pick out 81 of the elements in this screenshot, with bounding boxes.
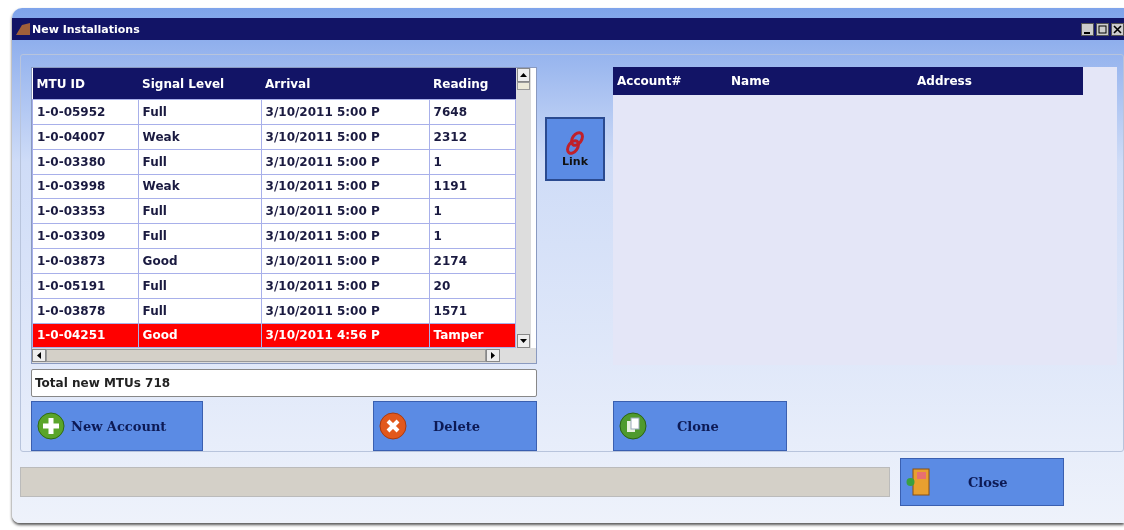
table-row[interactable]: 1-0-03878 Full 3/10/2011 5:00 P 1571: [32, 298, 516, 323]
column-header[interactable]: Signal Level: [138, 68, 262, 100]
table-cell: Tamper: [433, 328, 484, 343]
table-cell: Weak: [142, 179, 180, 194]
table-cell: 1-0-05952: [37, 104, 106, 119]
scroll-up-icon[interactable]: [517, 68, 530, 82]
table-row[interactable]: 1-0-03873 Good 3/10/2011 5:00 P 2174: [32, 248, 516, 274]
maximize-icon[interactable]: [1096, 22, 1109, 36]
table-cell: 1: [433, 229, 442, 244]
scroll-thumb[interactable]: [517, 82, 530, 90]
table-cell: 3/10/2011 5:00 P: [265, 129, 380, 144]
table-row[interactable]: 1-0-04007 Weak 3/10/2011 5:00 P 2312: [32, 124, 516, 150]
new-account-button[interactable]: New Account: [31, 401, 203, 451]
plus-icon: [37, 412, 65, 440]
table-row[interactable]: 1-0-04251 Good 3/10/2011 4:56 P Tamper: [32, 323, 516, 348]
table-cell: 1571: [433, 303, 467, 318]
table-row[interactable]: 1-0-03380 Full 3/10/2011 5:00 P 1: [32, 149, 516, 175]
table-cell: 3/10/2011 5:00 P: [265, 204, 380, 219]
column-header[interactable]: MTU ID: [32, 68, 139, 100]
horizontal-scrollbar[interactable]: [32, 348, 536, 364]
clone-button[interactable]: Clone: [613, 401, 787, 451]
copy-icon: [619, 412, 647, 440]
table-cell: 1-0-05191: [37, 278, 106, 293]
total-field[interactable]: Total new MTUs 718: [31, 369, 537, 397]
table-cell: 1-0-03998: [37, 179, 106, 194]
table-cell: 1-0-04251: [37, 328, 106, 343]
table-cell: 20: [433, 278, 451, 293]
table-cell: 1-0-03878: [37, 303, 106, 318]
table-cell: 1-0-03873: [37, 253, 106, 268]
table-row[interactable]: 1-0-05191 Full 3/10/2011 5:00 P 20: [32, 273, 516, 299]
minimize-icon[interactable]: [1081, 22, 1094, 36]
column-header[interactable]: Name: [731, 74, 917, 88]
table-cell: 2174: [433, 253, 467, 268]
table-cell: Full: [142, 229, 167, 244]
cross-icon: [379, 412, 407, 440]
table-cell: Good: [142, 253, 178, 268]
table-row[interactable]: 1-0-03998 Weak 3/10/2011 5:00 P 1191: [32, 174, 516, 199]
close-icon[interactable]: [1111, 22, 1124, 36]
table-cell: 3/10/2011 5:00 P: [265, 303, 380, 318]
table-cell: 7648: [433, 104, 467, 119]
table-cell: Good: [142, 328, 178, 343]
delete-button[interactable]: Delete: [373, 401, 537, 451]
column-header[interactable]: Reading: [429, 68, 516, 100]
app-icon: [16, 23, 30, 35]
scroll-right-icon[interactable]: [486, 349, 500, 363]
column-header[interactable]: Account#: [613, 74, 731, 88]
door-icon: [906, 467, 932, 497]
table-cell: Full: [142, 278, 167, 293]
table-cell: Full: [142, 303, 167, 318]
table-cell: 3/10/2011 5:00 P: [265, 229, 380, 244]
scroll-left-icon[interactable]: [32, 349, 46, 363]
table-cell: 1: [433, 204, 442, 219]
close-button[interactable]: Close: [900, 458, 1064, 506]
table-row[interactable]: 1-0-03309 Full 3/10/2011 5:00 P 1: [32, 223, 516, 249]
window-title: New Installations: [32, 22, 140, 36]
table-cell: Weak: [142, 129, 180, 144]
table-row[interactable]: 1-0-05952 Full 3/10/2011 5:00 P 7648: [32, 99, 516, 125]
table-cell: 3/10/2011 4:56 P: [265, 328, 380, 343]
scroll-thumb[interactable]: [46, 349, 486, 363]
table-cell: 3/10/2011 5:00 P: [265, 253, 380, 268]
vertical-scrollbar[interactable]: [516, 68, 531, 349]
table-cell: 1-0-03380: [37, 154, 106, 169]
chain-link-icon: [564, 130, 586, 155]
table-cell: 1-0-03309: [37, 229, 106, 244]
column-header[interactable]: Address: [917, 74, 972, 88]
table-cell: 3/10/2011 5:00 P: [265, 104, 380, 119]
link-button[interactable]: Link: [545, 117, 605, 181]
table-cell: 1-0-04007: [37, 129, 106, 144]
table-cell: 2312: [433, 129, 467, 144]
table-cell: Full: [142, 154, 167, 169]
column-header[interactable]: Arrival: [261, 68, 430, 100]
table-cell: 1: [433, 154, 442, 169]
table-cell: 1191: [433, 179, 467, 194]
table-row[interactable]: 1-0-03353 Full 3/10/2011 5:00 P 1: [32, 198, 516, 224]
scroll-down-icon[interactable]: [517, 334, 530, 349]
table-cell: 3/10/2011 5:00 P: [265, 154, 380, 169]
table-cell: 1-0-03353: [37, 204, 106, 219]
table-cell: Full: [142, 204, 167, 219]
table-cell: Full: [142, 104, 167, 119]
table-cell: 3/10/2011 5:00 P: [265, 278, 380, 293]
table-cell: 3/10/2011 5:00 P: [265, 179, 380, 194]
